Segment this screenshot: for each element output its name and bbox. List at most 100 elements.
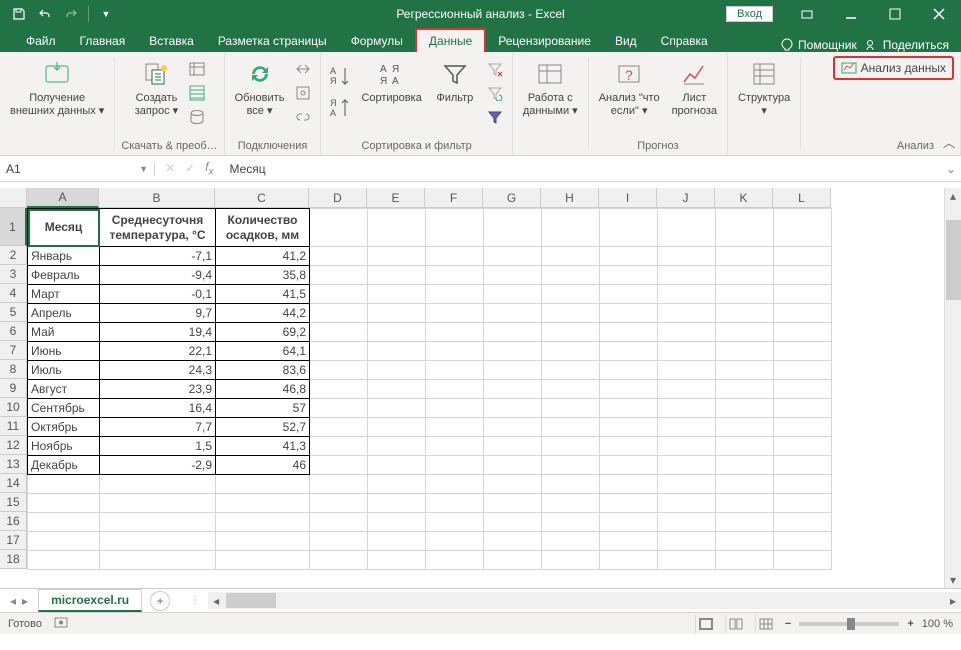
login-button[interactable]: Вход	[726, 6, 773, 22]
cell-A8[interactable]: Июль	[28, 361, 100, 380]
what-if-button[interactable]: ? Анализ "что если" ▾	[595, 56, 664, 119]
tab-view[interactable]: Вид	[603, 30, 649, 52]
formula-input[interactable]: Месяц	[223, 162, 941, 176]
scroll-up-icon[interactable]: ▴	[950, 188, 956, 204]
column-header-J[interactable]: J	[657, 188, 715, 208]
cell-A7[interactable]: Июнь	[28, 342, 100, 361]
tab-review[interactable]: Рецензирование	[486, 30, 603, 52]
scroll-down-icon[interactable]: ▾	[950, 572, 956, 588]
minimize-icon[interactable]	[829, 0, 873, 28]
row-headers[interactable]: 123456789101112131415161718	[0, 208, 27, 569]
show-queries-icon[interactable]	[186, 58, 208, 80]
cell-C9[interactable]: 46,8	[216, 380, 310, 399]
cell-C12[interactable]: 41,3	[216, 437, 310, 456]
cell-A6[interactable]: Май	[28, 323, 100, 342]
cancel-formula-icon[interactable]: ✕	[165, 161, 175, 175]
cell-B12[interactable]: 1,5	[100, 437, 216, 456]
cell-B6[interactable]: 19,4	[100, 323, 216, 342]
cell-B13[interactable]: -2,9	[100, 456, 216, 475]
column-header-H[interactable]: H	[541, 188, 599, 208]
zoom-slider[interactable]	[799, 622, 899, 626]
vertical-scrollbar[interactable]: ▴ ▾	[944, 188, 961, 588]
scroll-left-icon[interactable]: ◂	[208, 594, 224, 608]
row-header-3[interactable]: 3	[0, 265, 27, 284]
row-header-9[interactable]: 9	[0, 379, 27, 398]
cell-A13[interactable]: Декабрь	[28, 456, 100, 475]
cell-C2[interactable]: 41,2	[216, 247, 310, 266]
row-header-18[interactable]: 18	[0, 550, 27, 569]
sheet-tab-active[interactable]: microexcel.ru	[38, 589, 142, 612]
cell-A9[interactable]: Август	[28, 380, 100, 399]
tab-page-layout[interactable]: Разметка страницы	[206, 30, 339, 52]
tab-file[interactable]: Файл	[14, 30, 68, 52]
cell-C8[interactable]: 83,6	[216, 361, 310, 380]
cells[interactable]: МесяцСреднесуточня температура, °CКоличе…	[27, 208, 832, 570]
cell-C3[interactable]: 35,8	[216, 266, 310, 285]
zoom-in-icon[interactable]: +	[907, 618, 913, 630]
properties-icon[interactable]	[292, 82, 314, 104]
undo-icon[interactable]	[34, 3, 56, 25]
row-header-10[interactable]: 10	[0, 398, 27, 417]
name-box[interactable]: A1▼	[0, 162, 155, 176]
sheet-nav-last-icon[interactable]: ▸	[22, 594, 28, 608]
row-header-5[interactable]: 5	[0, 303, 27, 322]
tab-help[interactable]: Справка	[649, 30, 720, 52]
cell-A12[interactable]: Ноябрь	[28, 437, 100, 456]
normal-view-icon[interactable]	[695, 615, 717, 633]
column-header-A[interactable]: A	[27, 188, 99, 208]
cell-C1[interactable]: Количество осадков, мм	[216, 209, 310, 247]
connections-icon[interactable]	[292, 58, 314, 80]
row-header-7[interactable]: 7	[0, 341, 27, 360]
recent-sources-icon[interactable]	[186, 106, 208, 128]
advanced-filter-icon[interactable]	[484, 106, 506, 128]
reapply-icon[interactable]	[484, 82, 506, 104]
share-button[interactable]: Поделиться	[865, 38, 949, 52]
row-header-2[interactable]: 2	[0, 246, 27, 265]
zoom-out-icon[interactable]: −	[785, 618, 791, 630]
save-icon[interactable]	[8, 3, 30, 25]
column-header-L[interactable]: L	[773, 188, 831, 208]
cell-C7[interactable]: 64,1	[216, 342, 310, 361]
cell-C4[interactable]: 41,5	[216, 285, 310, 304]
column-header-D[interactable]: D	[309, 188, 367, 208]
row-header-1[interactable]: 1	[0, 208, 27, 246]
cell-B3[interactable]: -9,4	[100, 266, 216, 285]
add-sheet-button[interactable]: +	[150, 591, 170, 611]
row-header-13[interactable]: 13	[0, 455, 27, 474]
column-header-G[interactable]: G	[483, 188, 541, 208]
cell-A5[interactable]: Апрель	[28, 304, 100, 323]
column-header-I[interactable]: I	[599, 188, 657, 208]
filter-button[interactable]: Фильтр	[430, 56, 480, 107]
sort-asc-icon[interactable]: AЯ	[327, 62, 353, 92]
row-header-12[interactable]: 12	[0, 436, 27, 455]
expand-formula-bar-icon[interactable]: ⌄	[941, 162, 961, 176]
data-analysis-button[interactable]: Анализ данных	[833, 56, 954, 80]
cell-A4[interactable]: Март	[28, 285, 100, 304]
vscroll-thumb[interactable]	[946, 220, 961, 300]
row-header-16[interactable]: 16	[0, 512, 27, 531]
forecast-sheet-button[interactable]: Лист прогноза	[668, 56, 721, 119]
row-header-8[interactable]: 8	[0, 360, 27, 379]
spreadsheet-grid[interactable]: ABCDEFGHIJKL 123456789101112131415161718…	[0, 188, 961, 588]
clear-filter-icon[interactable]	[484, 58, 506, 80]
new-query-button[interactable]: Создать запрос ▾	[131, 56, 182, 119]
row-header-6[interactable]: 6	[0, 322, 27, 341]
fx-icon[interactable]: fx	[205, 160, 213, 177]
cell-A1[interactable]: Месяц	[28, 209, 100, 247]
column-header-B[interactable]: B	[99, 188, 215, 208]
cell-A3[interactable]: Февраль	[28, 266, 100, 285]
cell-B5[interactable]: 9,7	[100, 304, 216, 323]
row-header-11[interactable]: 11	[0, 417, 27, 436]
cell-B8[interactable]: 24,3	[100, 361, 216, 380]
select-all-corner[interactable]	[0, 188, 27, 208]
cell-C11[interactable]: 52,7	[216, 418, 310, 437]
tab-insert[interactable]: Вставка	[137, 30, 206, 52]
page-layout-view-icon[interactable]	[725, 615, 747, 633]
cell-B11[interactable]: 7,7	[100, 418, 216, 437]
cell-C13[interactable]: 46	[216, 456, 310, 475]
column-header-C[interactable]: C	[215, 188, 309, 208]
qat-dropdown-icon[interactable]: ▼	[95, 3, 117, 25]
row-header-4[interactable]: 4	[0, 284, 27, 303]
tab-data[interactable]: Данные	[415, 28, 486, 54]
cell-B4[interactable]: -0,1	[100, 285, 216, 304]
